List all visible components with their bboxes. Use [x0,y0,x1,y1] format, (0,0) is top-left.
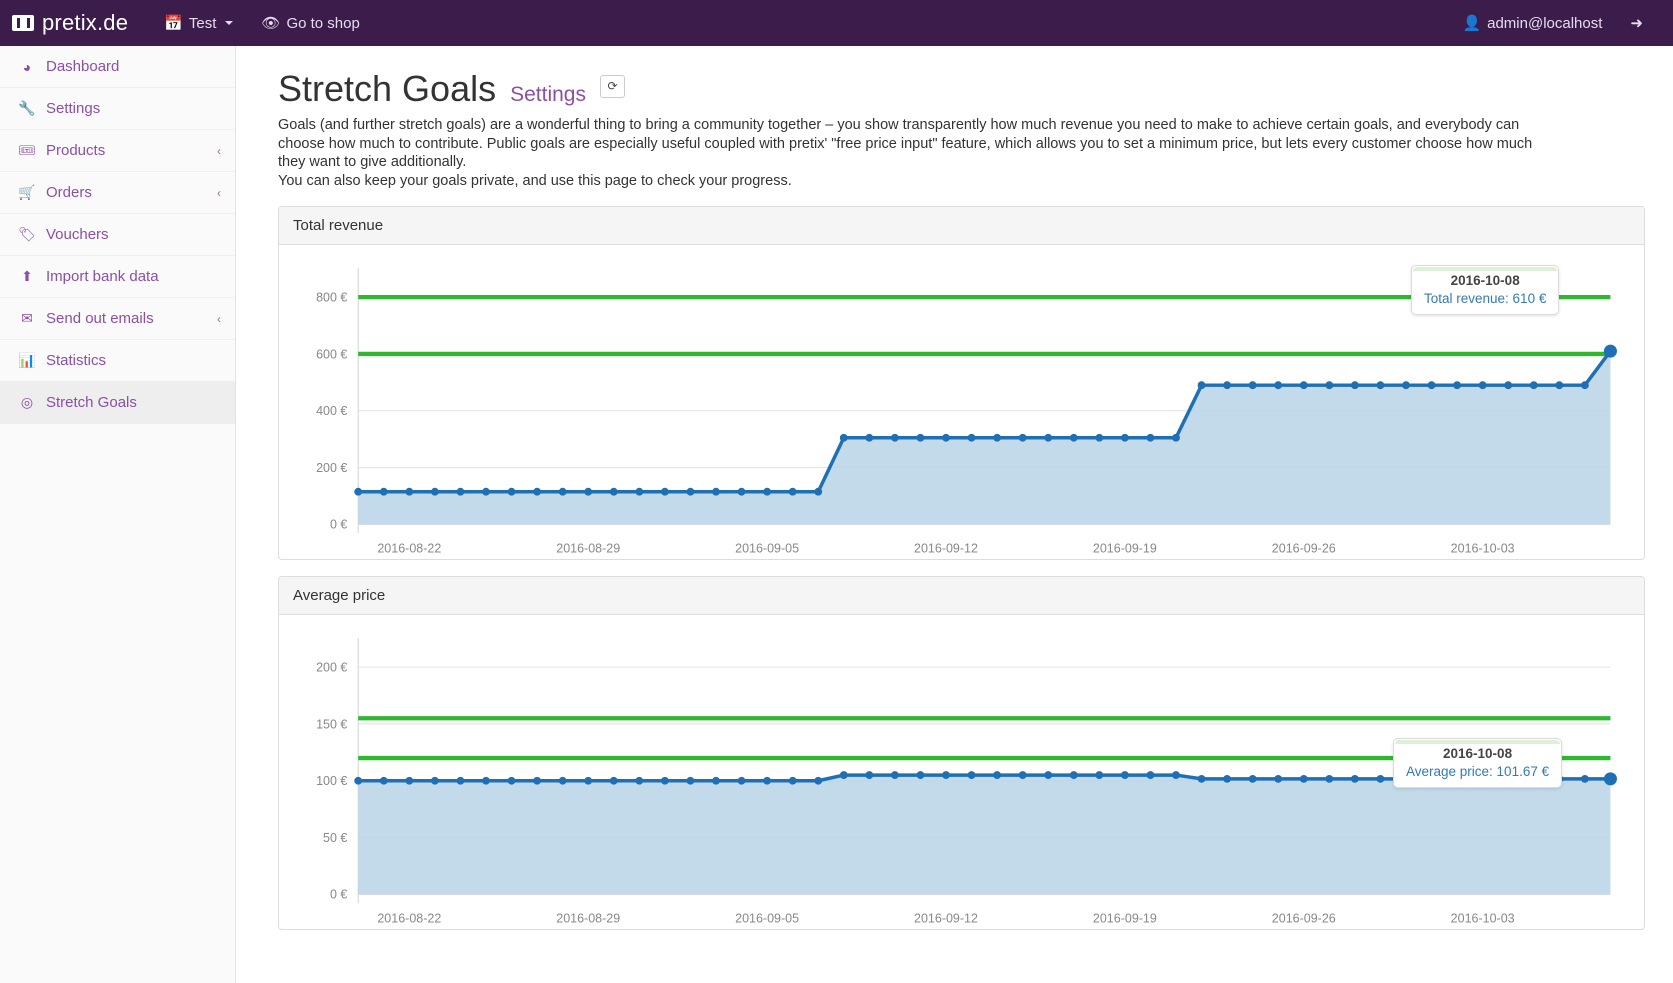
sidebar-item-label: Statistics [46,352,107,369]
page-description: Goals (and further stretch goals) are a … [278,116,1533,190]
svg-text:2016-09-12: 2016-09-12 [914,542,978,556]
sidebar-item-vouchers[interactable]: 🏷 Vouchers [0,214,235,256]
sidebar-item-label: Settings [46,100,101,117]
logout-button[interactable]: ➜ [1616,0,1657,46]
svg-text:2016-09-26: 2016-09-26 [1272,912,1336,926]
sidebar-item-label: Send out emails [46,310,154,327]
svg-text:2016-08-29: 2016-08-29 [556,542,620,556]
page-title: Stretch Goals Settings ⟳ [278,68,1645,110]
user-label: admin@localhost [1487,14,1603,32]
sidebar-item-label: Products [46,142,106,159]
go-to-shop-label: Go to shop [286,14,360,32]
brand-logo[interactable]: pretix.de [12,10,128,36]
user-menu[interactable]: 👤 admin@localhost [1448,0,1616,46]
sidebar-item-label: Vouchers [46,226,109,243]
sidebar-item-dashboard[interactable]: ◕ Dashboard [0,46,235,88]
svg-text:200 €: 200 € [316,661,347,675]
sidebar-chevron: ‹ [217,143,221,158]
brand-label: pretix.de [42,10,129,35]
settings-link[interactable]: Settings [510,83,586,107]
svg-text:0 €: 0 € [330,888,347,902]
pretix-logo-icon [12,15,34,31]
svg-text:2016-09-19: 2016-09-19 [1093,542,1157,556]
envelope-icon: ✉ [21,310,33,326]
panel-title: Average price [279,577,1644,616]
sidebar-item-label: Dashboard [46,58,120,75]
sidebar-item-label: Import bank data [46,268,159,285]
svg-text:2016-09-19: 2016-09-19 [1093,912,1157,926]
panel-average-price: Average price 0 € 50 € 100 € 150 € 200 € 2016… [278,576,1645,931]
bar-chart-icon: 📊 [18,352,36,368]
svg-text:2016-08-22: 2016-08-22 [377,542,441,556]
svg-text:2016-09-05: 2016-09-05 [735,912,799,926]
cart-icon: 🛒 [18,184,36,200]
sidebar-item-orders[interactable]: 🛒 Orders ‹ [0,172,235,214]
wrench-icon: 🔧 [18,100,36,116]
chart-average-price: 0 € 50 € 100 € 150 € 200 € 2016-08-22 2016-08-… [293,627,1630,926]
top-navbar: pretix.de 📅 Test 👁 Go to shop 👤 admin@lo… [0,0,1673,46]
event-selector-label: Test [188,14,217,32]
sidebar-item-stretch-goals[interactable]: ◎ Stretch Goals [0,382,235,424]
chart-total-revenue: 0 € 200 € 400 € 600 € 800 € 2016-08-22 2016-08… [293,257,1630,556]
sidebar-chevron: ‹ [217,311,221,326]
sidebar-item-send-out-emails[interactable]: ✉ Send out emails ‹ [0,298,235,340]
description-paragraph-2: You can also keep your goals private, an… [278,172,792,189]
svg-text:200 €: 200 € [316,461,347,475]
main-content: Stretch Goals Settings ⟳ Goals (and furt… [236,46,1673,983]
description-paragraph-1: Goals (and further stretch goals) are a … [278,117,1533,171]
sidebar-item-settings[interactable]: 🔧 Settings [0,88,235,130]
logout-icon: ➜ [1630,15,1643,32]
upload-icon: ⬆ [21,268,33,284]
chart-svg[interactable]: 0 € 200 € 400 € 600 € 800 € 2016-08-22 2016-08… [293,257,1630,570]
tags-icon: 🎟 [18,142,36,158]
chart-svg[interactable]: 0 € 50 € 100 € 150 € 200 € 2016-08-22 2016-08-… [293,627,1630,940]
svg-text:100 €: 100 € [316,774,347,788]
sidebar-chevron: ‹ [217,185,221,200]
svg-text:150 €: 150 € [316,718,347,732]
user-icon: 👤 [1462,15,1482,32]
panel-total-revenue: Total revenue 0 € 200 € 400 € 600 € 800 € 201… [278,206,1645,561]
svg-text:0 €: 0 € [330,518,347,532]
svg-text:2016-08-22: 2016-08-22 [377,912,441,926]
sidebar-item-statistics[interactable]: 📊 Statistics [0,340,235,382]
svg-text:2016-08-29: 2016-08-29 [556,912,620,926]
calendar-icon: 📅 [164,15,183,32]
svg-text:2016-09-05: 2016-09-05 [735,542,799,556]
svg-text:600 €: 600 € [316,348,347,362]
sidebar-item-products[interactable]: 🎟 Products ‹ [0,130,235,172]
target-icon: ◎ [20,394,34,410]
eye-icon: 👁 [261,15,281,32]
dashboard-icon: ◕ [22,58,32,75]
svg-text:2016-10-03: 2016-10-03 [1451,542,1515,556]
svg-text:800 €: 800 € [316,291,347,305]
sidebar: ◕ Dashboard 🔧 Settings 🎟 Products ‹ 🛒 Or… [0,46,236,983]
svg-text:2016-09-12: 2016-09-12 [914,912,978,926]
panel-title: Total revenue [279,207,1644,246]
go-to-shop-link[interactable]: 👁 Go to shop [247,0,373,46]
svg-text:50 €: 50 € [323,831,347,845]
event-selector[interactable]: 📅 Test [150,0,247,46]
chevron-down-icon [225,21,234,25]
sidebar-item-label: Stretch Goals [46,394,137,411]
refresh-icon[interactable]: ⟳ [599,74,625,98]
sidebar-item-label: Orders [46,184,92,201]
page-title-text: Stretch Goals [278,68,497,109]
svg-text:400 €: 400 € [316,404,347,418]
tag-icon: 🏷 [18,226,36,242]
svg-text:2016-10-03: 2016-10-03 [1451,912,1515,926]
svg-text:2016-09-26: 2016-09-26 [1272,542,1336,556]
sidebar-item-import-bank-data[interactable]: ⬆ Import bank data [0,256,235,298]
